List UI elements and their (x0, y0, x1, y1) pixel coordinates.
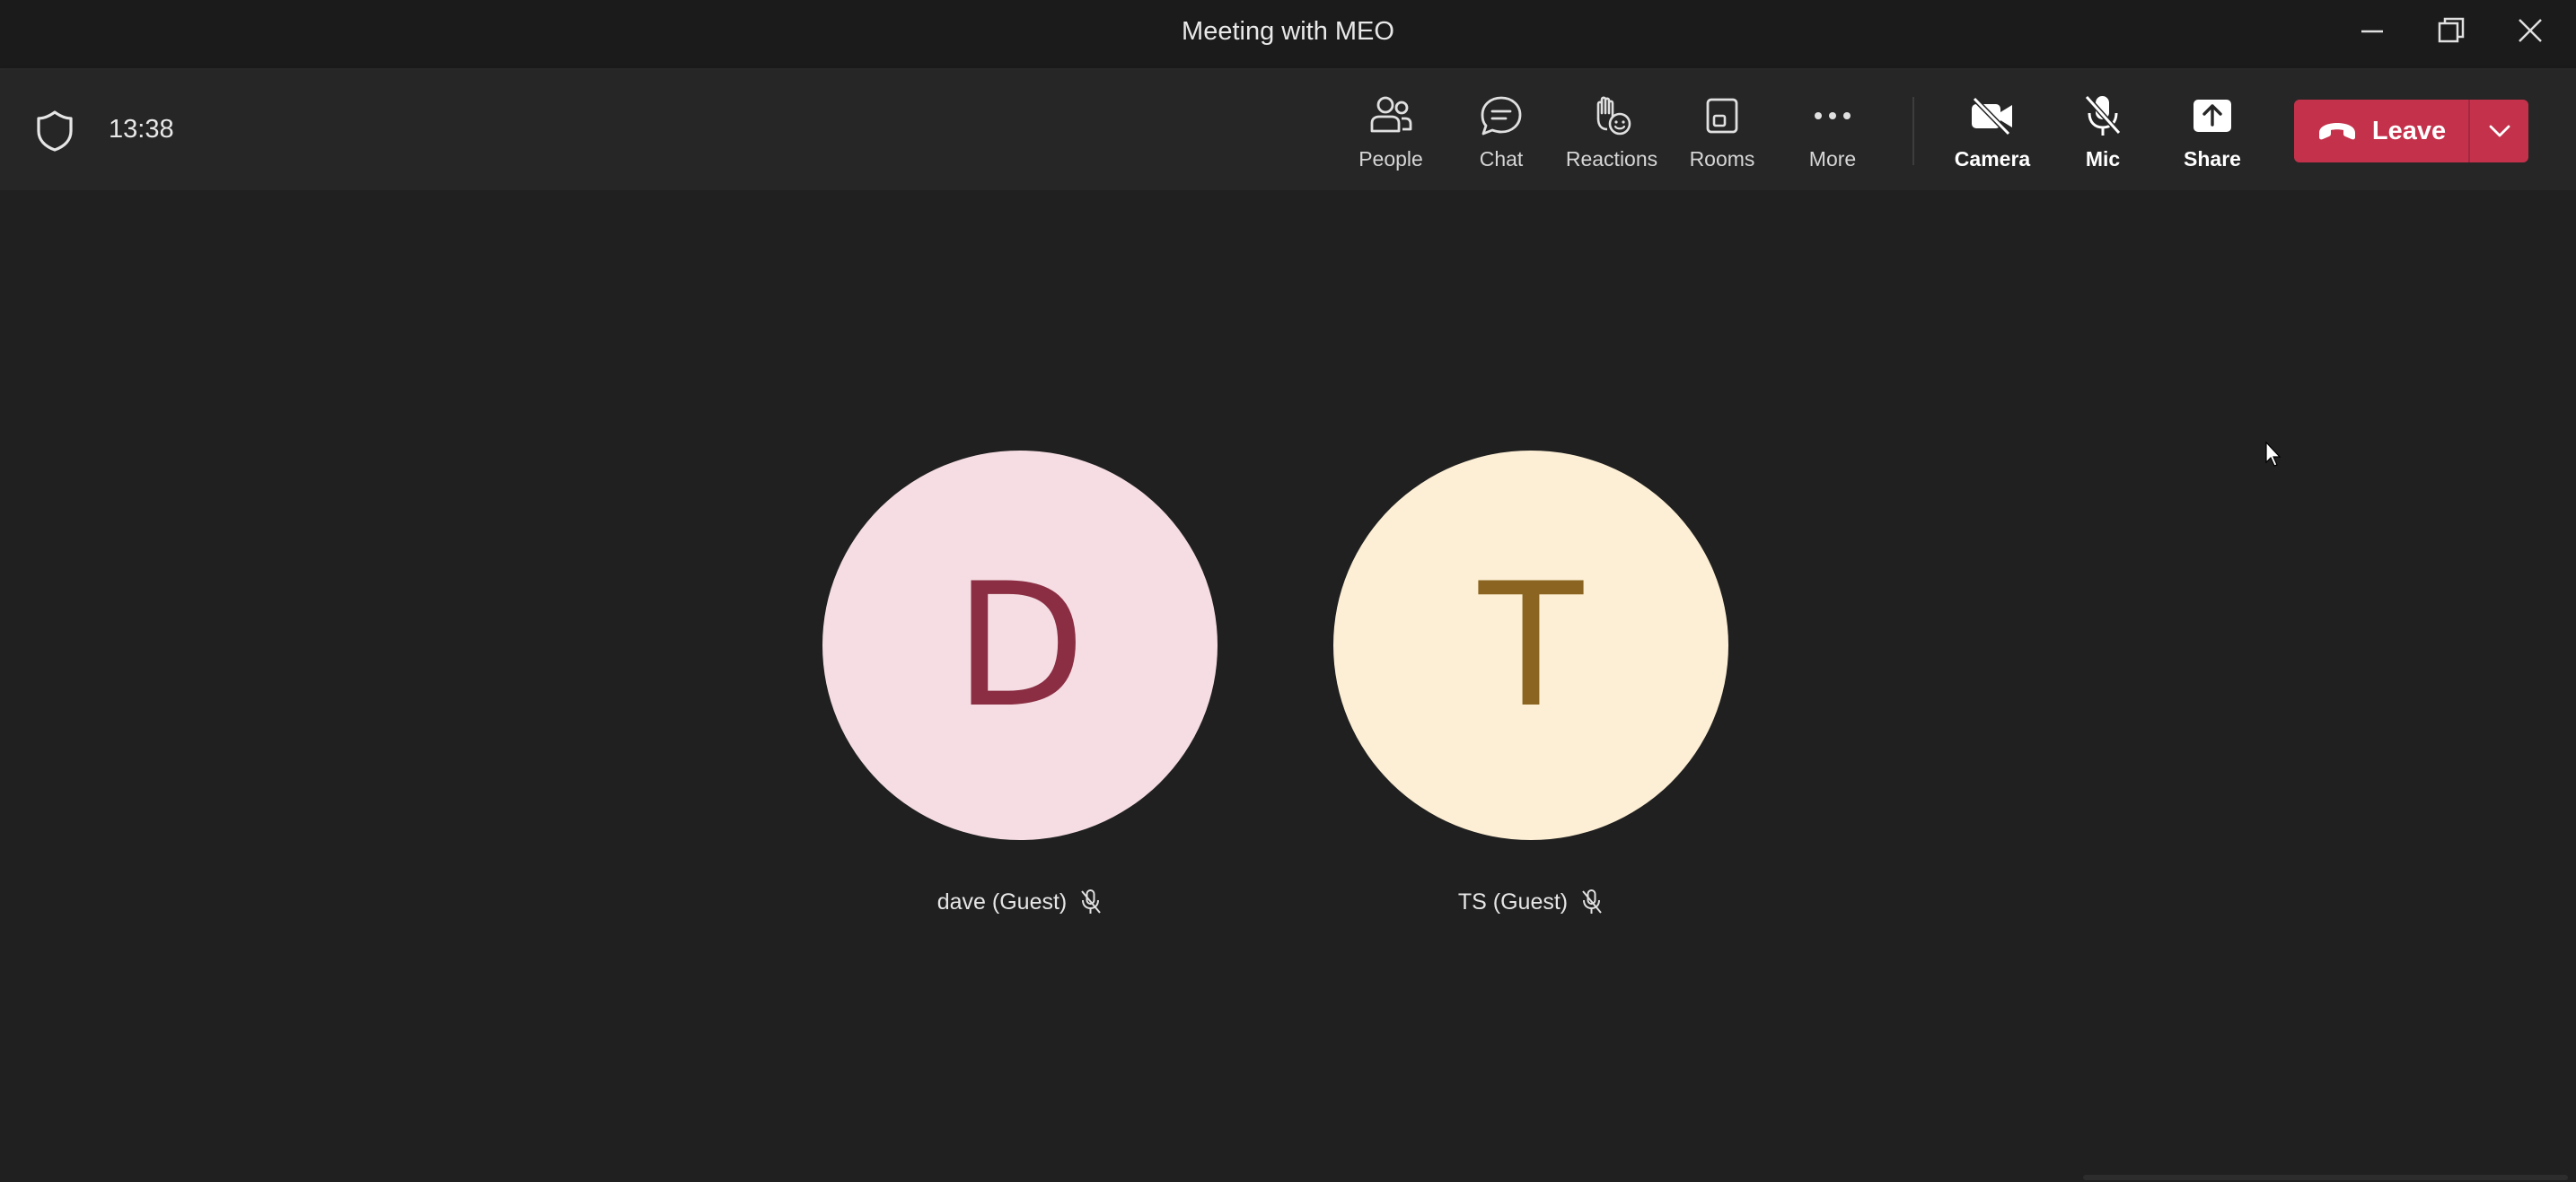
close-icon (2519, 19, 2542, 42)
restore-icon (2438, 17, 2465, 43)
chevron-down-icon (2489, 125, 2510, 137)
restore-button[interactable] (2412, 0, 2491, 61)
camera-off-icon (1972, 96, 2012, 136)
participant-tile-dave[interactable]: D dave (Guest) (822, 451, 1218, 915)
participant-tile-ts[interactable]: T TS (Guest) (1333, 451, 1728, 915)
rooms-label: Rooms (1689, 147, 1755, 171)
muted-mic-icon (1081, 889, 1102, 914)
chat-icon (1481, 96, 1522, 136)
participant-name-row: TS (Guest) (1333, 889, 1728, 915)
people-icon (1370, 96, 1412, 133)
toolbar-divider (1912, 97, 1914, 165)
window-title: Meeting with MEO (1182, 17, 1394, 46)
camera-label: Camera (1954, 147, 2031, 171)
reactions-label: Reactions (1565, 147, 1658, 171)
close-window-button[interactable] (2491, 0, 2570, 61)
leave-button[interactable]: Leave (2294, 100, 2468, 162)
more-icon (1815, 112, 1851, 119)
raise-hand-icon (1596, 96, 1631, 136)
camera-button[interactable]: Camera (1939, 90, 2045, 179)
chat-label: Chat (1479, 147, 1524, 171)
participant-name-row: dave (Guest) (822, 889, 1218, 915)
meeting-timer: 13:38 (109, 115, 174, 144)
minimize-button[interactable] (2333, 0, 2412, 61)
title-bar: Meeting with MEO (0, 0, 2576, 70)
share-button[interactable]: Share (2159, 90, 2265, 179)
mic-label: Mic (2085, 147, 2121, 171)
people-label: People (1358, 147, 1423, 171)
meeting-toolbar: 13:38 People Chat Reactions Rooms More C… (0, 70, 2576, 190)
mouse-pointer-icon (2265, 441, 2281, 467)
mic-button[interactable]: Mic (2050, 90, 2156, 179)
mic-off-icon (2084, 94, 2122, 136)
share-icon (2194, 100, 2231, 132)
shield-icon[interactable] (34, 109, 75, 153)
leave-control: Leave (2294, 100, 2528, 162)
leave-options-button[interactable] (2470, 100, 2528, 162)
breakout-rooms-icon (1706, 98, 1738, 134)
meeting-stage: D dave (Guest) T TS (Guest) (0, 190, 2576, 1182)
participant-name: TS (Guest) (1457, 889, 1569, 915)
leave-label: Leave (2371, 116, 2447, 145)
more-button[interactable]: More (1780, 90, 1886, 179)
share-label: Share (2184, 147, 2241, 171)
muted-mic-icon (1582, 889, 1602, 914)
teams-meeting-window: Meeting with MEO 13:38 People Chat React… (0, 0, 2576, 1182)
chat-button[interactable]: Chat (1448, 90, 1554, 179)
avatar: D (822, 451, 1218, 840)
more-label: More (1808, 147, 1857, 171)
minimize-icon (2361, 30, 2383, 33)
rooms-button[interactable]: Rooms (1669, 90, 1775, 179)
people-button[interactable]: People (1338, 90, 1444, 179)
participant-name: dave (Guest) (936, 889, 1068, 915)
avatar: T (1333, 451, 1728, 840)
reactions-button[interactable]: Reactions (1559, 90, 1665, 179)
hang-up-icon (2318, 123, 2355, 140)
scrollbar[interactable] (2083, 1175, 2568, 1180)
